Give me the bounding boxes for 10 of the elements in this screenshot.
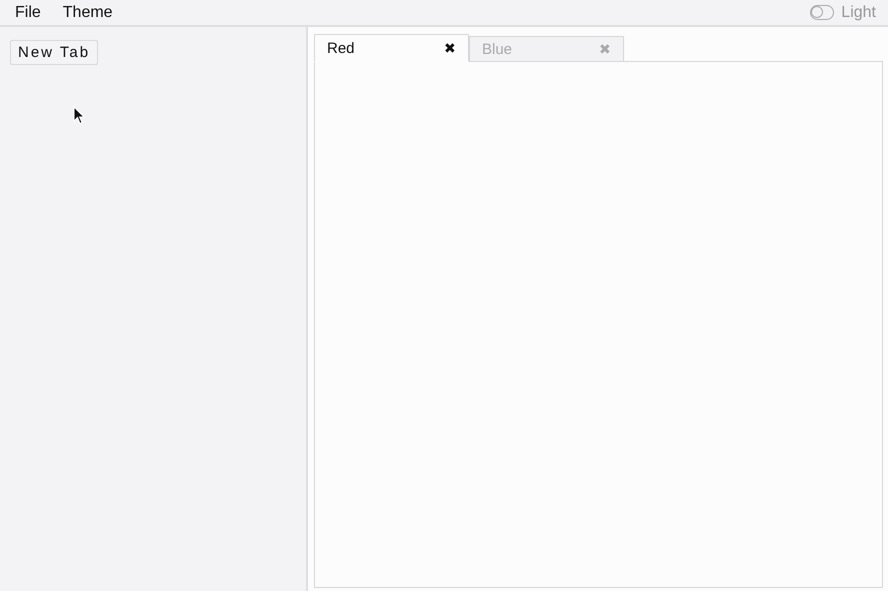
- tab[interactable]: Red ✖: [314, 34, 469, 62]
- menu-item[interactable]: File: [15, 4, 41, 22]
- close-icon[interactable]: ✖: [444, 40, 456, 56]
- menu-item[interactable]: Theme: [62, 4, 113, 22]
- tab-label: Blue: [482, 40, 512, 58]
- theme-toggle[interactable]: [810, 5, 834, 20]
- new-tab-button[interactable]: New Tab: [10, 40, 98, 65]
- cursor-icon: [73, 106, 85, 125]
- tab-label: Red: [327, 40, 355, 56]
- toggle-label: Light: [841, 4, 876, 22]
